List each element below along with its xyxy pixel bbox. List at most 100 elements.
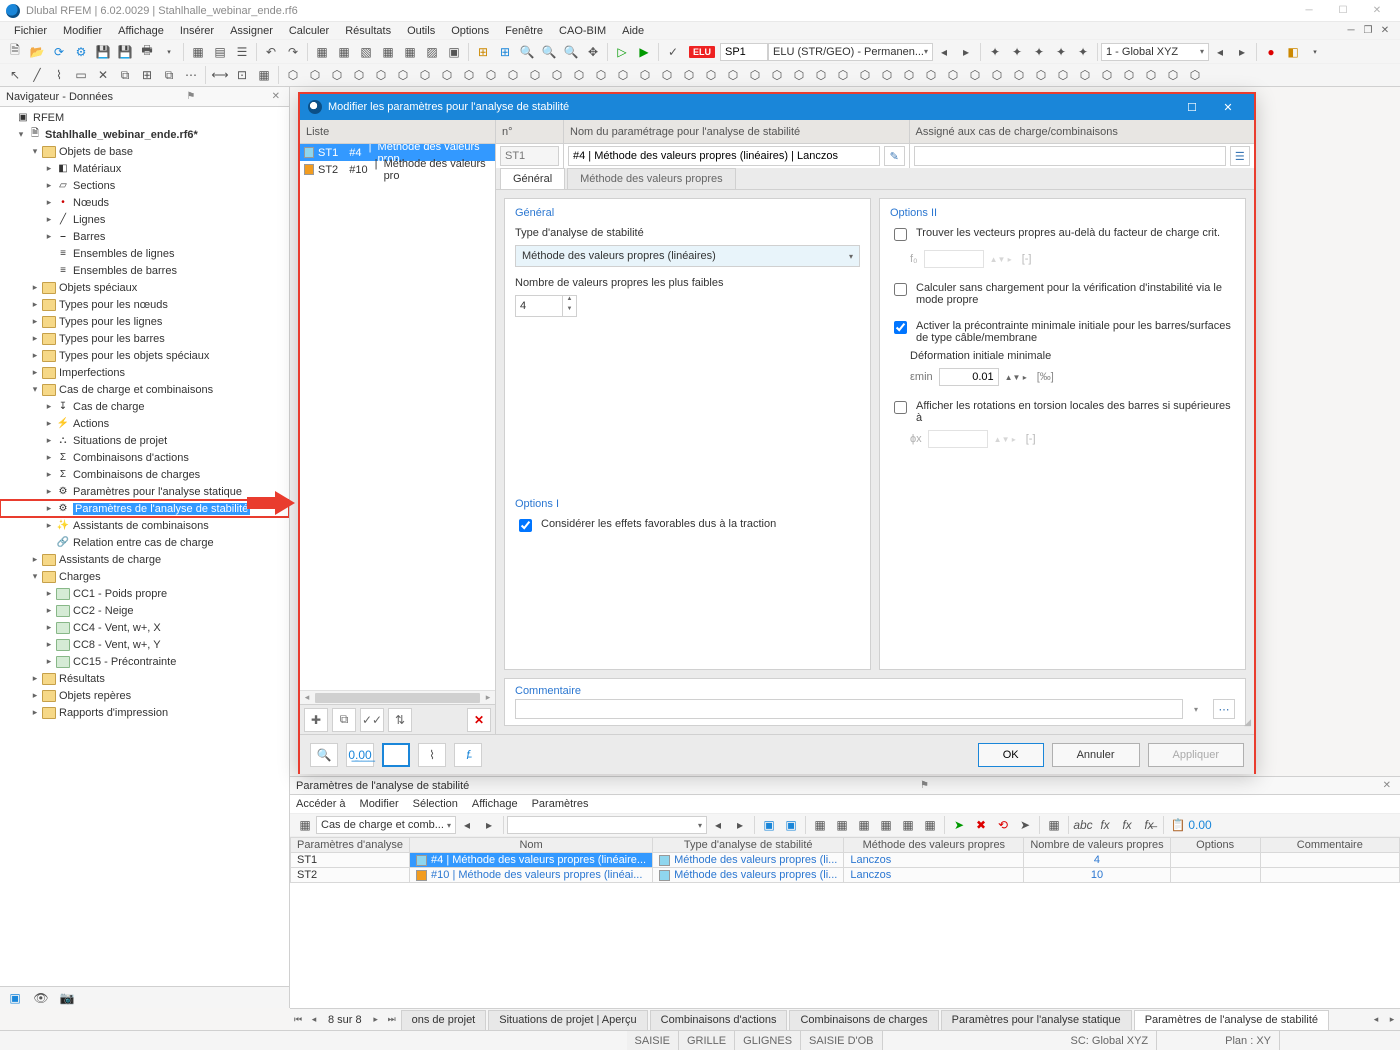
new-icon[interactable]: 🗎 [5,42,25,62]
opt-vectors-checkbox[interactable] [894,228,907,241]
rec-icon[interactable]: ● [1261,42,1281,62]
bt-last-icon[interactable]: ⏭ [384,1011,400,1029]
settings-icon[interactable]: ⚙ [71,42,91,62]
line-icon[interactable]: ╱ [27,65,47,85]
status-saisiedob[interactable]: SAISIE D'OB [801,1031,882,1050]
t2e-icon[interactable]: ⬡ [371,65,391,85]
bt-scroll-right-icon[interactable]: ▸ [1384,1011,1400,1029]
refresh-icon[interactable]: ⟳ [49,42,69,62]
dialog-maximize-icon[interactable]: ☐ [1174,94,1210,120]
result-icon[interactable]: ✓ [663,42,683,62]
bp-clear-icon[interactable]: ⟲ [993,815,1013,835]
close-button[interactable]: ✕ [1360,0,1394,22]
bp-fx1-icon[interactable]: abc [1073,815,1093,835]
cell-comment[interactable] [1260,853,1399,868]
cell-opt[interactable] [1170,853,1260,868]
t2am-icon[interactable]: ⬡ [1119,65,1139,85]
table-row[interactable]: ST2 #10 | Méthode des valeurs propres (l… [291,868,1400,883]
t2t-icon[interactable]: ⬡ [701,65,721,85]
bp-menu-parametres[interactable]: Paramètres [532,798,589,810]
res1-icon[interactable]: ✦ [985,42,1005,62]
t2aj-icon[interactable]: ⬡ [1053,65,1073,85]
tree-objets-base[interactable]: ▾Objets de base [0,143,289,160]
name-input[interactable] [568,146,880,166]
t2ap-icon[interactable]: ⬡ [1185,65,1205,85]
t2a-icon[interactable]: ⬡ [283,65,303,85]
tree-reperes[interactable]: ▸Objets repères [0,687,289,704]
bp-arrow-icon[interactable]: ➤ [1015,815,1035,835]
arrow-icon[interactable]: ↖ [5,65,25,85]
redo-icon[interactable]: ↷ [283,42,303,62]
cell-n[interactable]: 4 [1024,853,1170,868]
navigator-tree[interactable]: ▣RFEM ▾🗎Stahlhalle_webinar_ende.rf6* ▾Ob… [0,107,289,988]
nvp-input[interactable]: 4 [515,295,563,317]
tree-types-noeuds[interactable]: ▸Types pour les nœuds [0,296,289,313]
tree-root[interactable]: ▣RFEM [0,109,289,126]
pan-icon[interactable]: ✥ [583,42,603,62]
emin-input[interactable] [939,368,999,386]
apply-button[interactable]: Appliquer [1148,743,1244,767]
t2z-icon[interactable]: ⬡ [833,65,853,85]
cell-type[interactable]: Méthode des valeurs propres (li... [653,868,844,883]
opt-torsion-checkbox[interactable] [894,401,907,414]
view1-icon[interactable]: ▦ [312,42,332,62]
grid-table[interactable]: Paramètres d'analyse Nom Type d'analyse … [290,837,1400,883]
th-comment[interactable]: Commentaire [1260,838,1399,853]
tree-cc15[interactable]: ▸CC15 - Précontrainte [0,653,289,670]
t2i-icon[interactable]: ⬡ [459,65,479,85]
tree-cc8[interactable]: ▸CC8 - Vent, w+, Y [0,636,289,653]
axis1-icon[interactable]: ⊞ [473,42,493,62]
bp-prev2-icon[interactable]: ◂ [708,815,728,835]
misc-icon[interactable]: ⋯ [181,65,201,85]
sp-input[interactable] [720,43,768,61]
bp-clip-icon[interactable]: 📋 [1168,815,1188,835]
bp-fx3-icon[interactable]: fx [1117,815,1137,835]
t2k-icon[interactable]: ⬡ [503,65,523,85]
saveall-icon[interactable]: 💾 [115,42,135,62]
bp-pin-icon[interactable]: ⚑ [917,780,932,791]
tree-cc-relation[interactable]: 🔗Relation entre cas de charge [0,534,289,551]
axis2-icon[interactable]: ⊞ [495,42,515,62]
res2-icon[interactable]: ✦ [1007,42,1027,62]
list-new-button[interactable]: ✚ [304,708,328,732]
zoomwin-icon[interactable]: 🔍 [561,42,581,62]
footer-fx-icon[interactable]: f̵ [454,743,482,767]
bpb-icon[interactable]: ▦ [832,815,852,835]
type-dropdown[interactable]: Méthode des valeurs propres (linéaires) … [515,245,860,267]
menu-modifier[interactable]: Modifier [55,22,110,39]
bpa-icon[interactable]: ▦ [810,815,830,835]
footer-units-icon[interactable]: 0̲.̲0̲0̲ [346,743,374,767]
bt-tab-paramstat[interactable]: Paramètres pour l'analyse statique [941,1010,1132,1030]
tree-cc2[interactable]: ▸CC2 - Neige [0,602,289,619]
tree-sections[interactable]: ▸▱Sections [0,177,289,194]
minimize-button[interactable]: ─ [1292,0,1326,22]
t2ah-icon[interactable]: ⬡ [1009,65,1029,85]
footer-zoom-icon[interactable]: 🔍 [310,743,338,767]
bp-table[interactable]: Paramètres d'analyse Nom Type d'analyse … [290,837,1400,1008]
grid-icon[interactable]: ▦ [254,65,274,85]
footer-square-icon[interactable] [382,743,410,767]
menu-assigner[interactable]: Assigner [222,22,281,39]
view7-icon[interactable]: ▣ [444,42,464,62]
t2q-icon[interactable]: ⬡ [635,65,655,85]
tree-ens-barres[interactable]: ≡Ensembles de barres [0,262,289,279]
th-nom[interactable]: Nom [410,838,653,853]
tree-cc-paramstabilite[interactable]: ▸⚙Paramètres de l'analyse de stabilité [0,500,289,517]
cell-id[interactable]: ST1 [291,853,410,868]
list-sort-button[interactable]: ⇅ [388,708,412,732]
res4-icon[interactable]: ✦ [1051,42,1071,62]
cube-icon[interactable]: ◧ [1283,42,1303,62]
t2g-icon[interactable]: ⬡ [415,65,435,85]
tree-cc-combactions[interactable]: ▸ΣCombinaisons d'actions [0,449,289,466]
panel-pin-icon[interactable]: ⚑ [183,91,198,102]
emin-spinner[interactable]: ▲▼ ▸ [1005,373,1027,382]
menu-outils[interactable]: Outils [399,22,443,39]
view5-icon[interactable]: ▦ [400,42,420,62]
tab-general[interactable]: Général [500,168,565,189]
t2ac-icon[interactable]: ⬡ [899,65,919,85]
status-glignes[interactable]: GLIGNES [735,1031,801,1050]
bp-prev-icon[interactable]: ◂ [457,815,477,835]
list-row-st2[interactable]: ST2 #10 | Méthode des valeurs pro [300,161,495,178]
th-nvp[interactable]: Nombre de valeurs propres [1024,838,1170,853]
tree-cas-charge[interactable]: ▾Cas de charge et combinaisons [0,381,289,398]
